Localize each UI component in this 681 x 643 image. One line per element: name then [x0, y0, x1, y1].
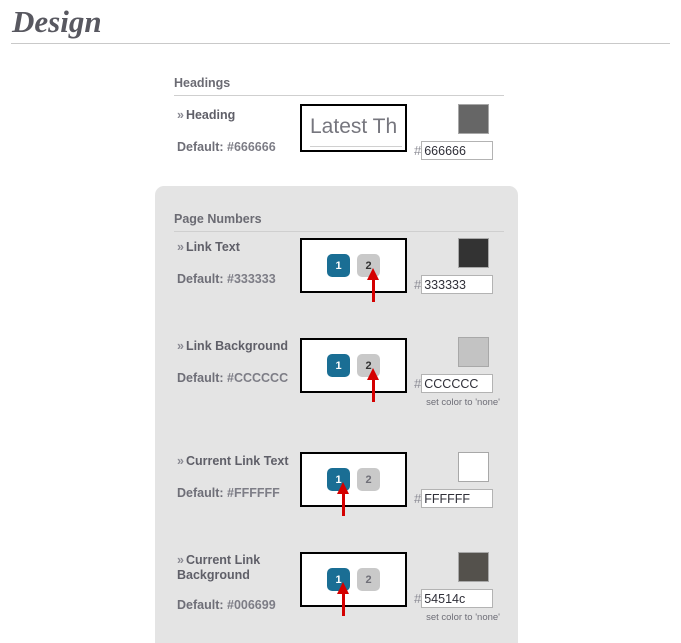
current-link-background-row-label: » Current Link Background Default: #00669…	[177, 553, 295, 612]
page-numbers-section: Page Numbers	[174, 212, 504, 232]
page-title: Design	[12, 4, 102, 39]
heading-preview-box: Latest Th	[300, 104, 407, 152]
chevron-right-icon: »	[177, 240, 184, 254]
hash-prefix: #	[414, 491, 422, 506]
heading-default: Default: #666666	[177, 140, 276, 154]
current-link-background-set-none-link[interactable]: set color to 'none'	[414, 612, 500, 623]
current-link-background-pager-preview: 1 2	[300, 552, 407, 607]
current-link-text-pager-preview: 1 2	[300, 452, 407, 507]
chevron-right-icon: »	[177, 108, 184, 122]
current-link-text-color-swatch[interactable]	[458, 452, 489, 482]
current-link-background-hex-input[interactable]	[421, 589, 494, 608]
page-header: Design	[0, 0, 681, 44]
arrow-up-icon	[367, 268, 380, 302]
link-text-row-label: » Link Text Default: #333333	[177, 240, 297, 286]
link-text-color-picker: #	[414, 238, 494, 294]
arrow-up-icon	[367, 368, 380, 402]
hash-prefix: #	[414, 143, 422, 158]
link-background-default: Default: #CCCCCC	[177, 371, 289, 385]
pager-button-1[interactable]: 1	[327, 354, 350, 377]
link-text-pager-preview: 1 2	[300, 238, 407, 293]
arrow-up-icon	[337, 582, 350, 616]
pager-button-2[interactable]: 2	[357, 468, 380, 491]
pager-button-1[interactable]: 1	[327, 254, 350, 277]
heading-color-swatch[interactable]	[458, 104, 489, 134]
headings-section: Headings	[174, 76, 504, 96]
link-background-pager-preview: 1 2	[300, 338, 407, 393]
page-numbers-section-title: Page Numbers	[174, 212, 262, 226]
chevron-right-icon: »	[177, 339, 184, 353]
link-background-hex-line: #	[414, 374, 500, 393]
heading-preview-text: Latest Th	[310, 115, 398, 138]
arrow-up-icon	[337, 482, 350, 516]
link-background-set-none-link[interactable]: set color to 'none'	[414, 397, 500, 408]
current-link-background-label: » Current Link Background	[177, 553, 261, 582]
link-text-hex-line: #	[414, 275, 494, 294]
current-link-background-color-swatch[interactable]	[458, 552, 489, 582]
link-text-default: Default: #333333	[177, 272, 276, 286]
current-link-background-default: Default: #006699	[177, 598, 276, 612]
chevron-right-icon: »	[177, 454, 184, 468]
current-link-text-default: Default: #FFFFFF	[177, 486, 280, 500]
current-link-background-hex-line: #	[414, 589, 500, 608]
current-link-text-hex-line: #	[414, 489, 494, 508]
headings-section-title: Headings	[174, 76, 231, 90]
page-numbers-section-divider	[174, 231, 504, 232]
current-link-text-color-picker: #	[414, 452, 494, 508]
heading-label: » Heading	[177, 108, 236, 122]
current-link-text-hex-input[interactable]	[421, 489, 494, 508]
heading-hex-input[interactable]	[421, 141, 494, 160]
headings-section-divider	[174, 95, 504, 96]
link-text-hex-input[interactable]	[421, 275, 494, 294]
chevron-right-icon: »	[177, 553, 184, 567]
heading-hex-line: #	[414, 141, 494, 160]
current-link-text-row-label: » Current Link Text Default: #FFFFFF	[177, 454, 307, 500]
heading-preview-underline	[310, 146, 402, 147]
hash-prefix: #	[414, 376, 422, 391]
heading-color-picker: #	[414, 104, 494, 160]
link-background-row-label: » Link Background Default: #CCCCCC	[177, 339, 297, 385]
hash-prefix: #	[414, 277, 422, 292]
pager-button-2[interactable]: 2	[357, 568, 380, 591]
design-settings-page: Design Headings » Heading Default: #66666…	[0, 0, 681, 643]
link-text-color-swatch[interactable]	[458, 238, 489, 268]
title-divider	[11, 43, 670, 44]
link-background-color-picker: # set color to 'none'	[414, 337, 500, 408]
link-background-hex-input[interactable]	[421, 374, 494, 393]
link-background-label: » Link Background	[177, 339, 289, 353]
current-link-background-color-picker: # set color to 'none'	[414, 552, 500, 623]
current-link-text-label: » Current Link Text	[177, 454, 289, 468]
link-background-color-swatch[interactable]	[458, 337, 489, 367]
hash-prefix: #	[414, 591, 422, 606]
heading-row-label: » Heading Default: #666666	[177, 108, 297, 154]
link-text-label: » Link Text	[177, 240, 240, 254]
